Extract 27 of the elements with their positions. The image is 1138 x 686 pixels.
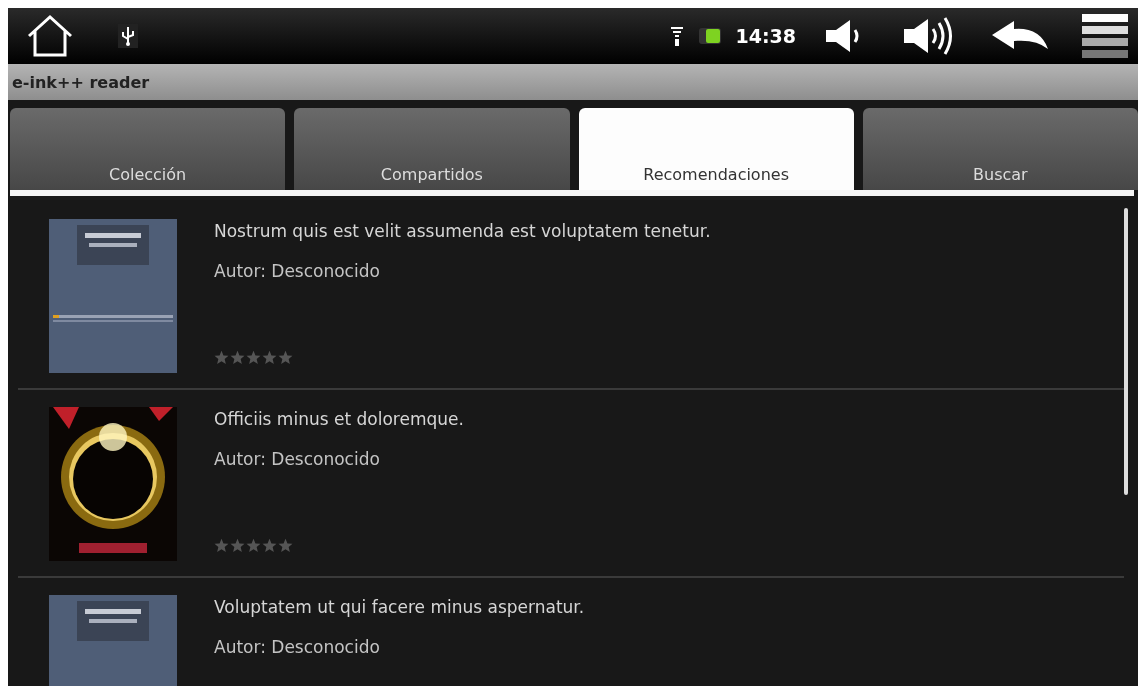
star-icon (230, 350, 245, 365)
star-icon (262, 350, 277, 365)
home-icon[interactable] (26, 14, 74, 58)
star-icon (230, 538, 245, 553)
clock-time: 14:38 (735, 25, 796, 47)
tab[interactable]: Recomendaciones (578, 108, 854, 190)
star-icon (278, 350, 293, 365)
usb-icon (118, 24, 138, 48)
book-title[interactable]: Officiis minus et doloremque. (214, 409, 464, 429)
tab[interactable]: Compartidos (294, 108, 570, 190)
wifi-icon (669, 25, 684, 47)
book-author: Autor: Desconocido (214, 261, 381, 281)
star-icon (278, 538, 293, 553)
battery-icon (697, 27, 722, 45)
star-icon (262, 538, 277, 553)
book-author: Autor: Desconocido (214, 449, 381, 469)
star-icon (214, 350, 229, 365)
tab[interactable]: Colección (10, 108, 286, 190)
book-title[interactable]: Nostrum quis est velit assumenda est voluptatem tenetur. (214, 221, 711, 241)
tab[interactable]: Buscar (862, 108, 1138, 190)
star-icon (246, 350, 261, 365)
star-icon (246, 538, 261, 553)
menu-icon[interactable] (1082, 14, 1128, 58)
app-title: e-ink++ reader (12, 72, 150, 92)
book-title[interactable]: Voluptatem ut qui facere minus aspernatur. (214, 597, 585, 617)
book-author: Autor: Desconocido (214, 637, 381, 657)
star-icon (214, 538, 229, 553)
